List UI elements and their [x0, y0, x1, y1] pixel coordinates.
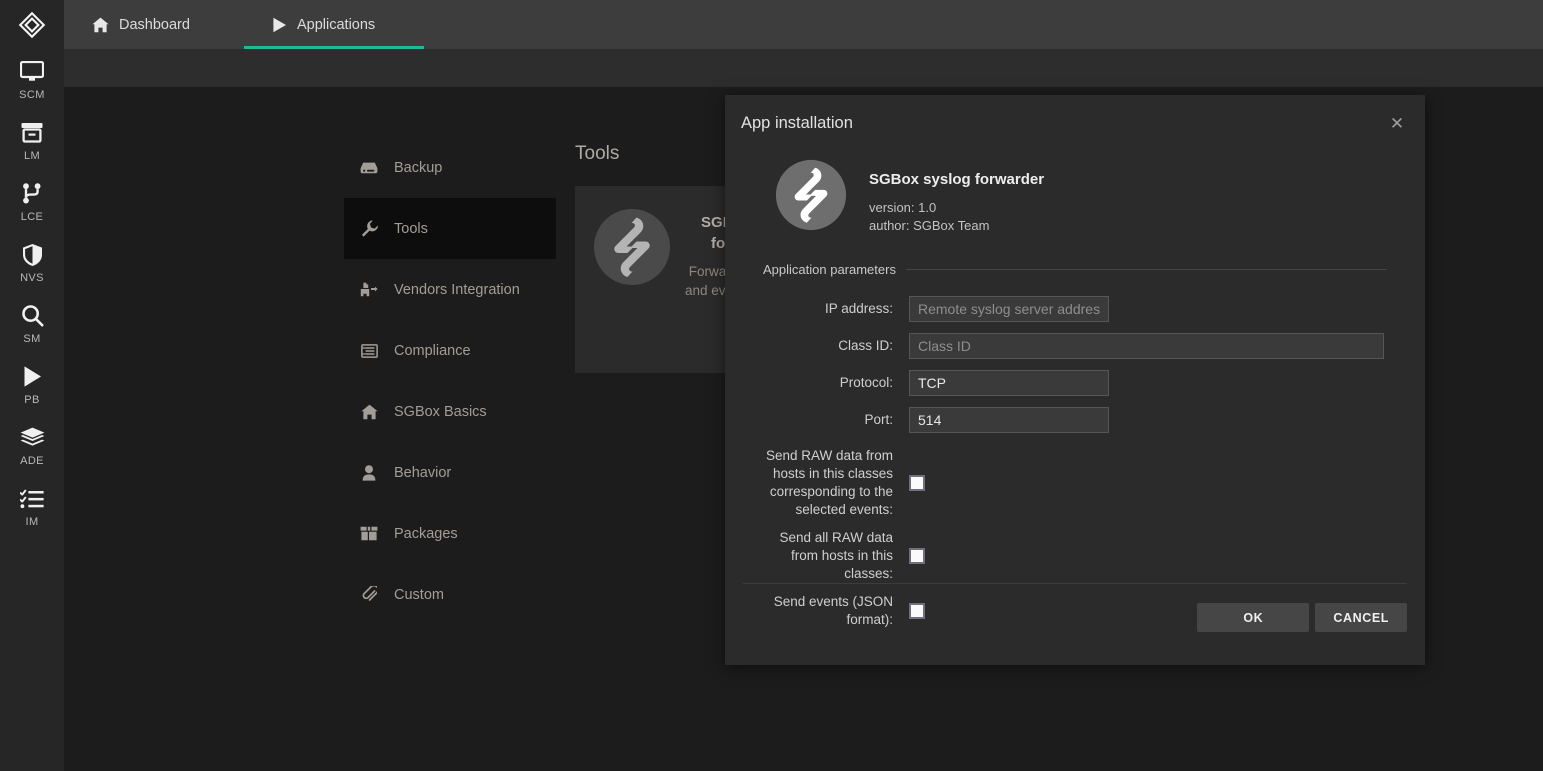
ok-button[interactable]: OK: [1197, 603, 1310, 632]
category-item-label: SGBox Basics: [394, 403, 487, 420]
rail-item-label: PB: [24, 393, 40, 406]
category-item-behavior[interactable]: Behavior: [344, 442, 556, 503]
class-id-field[interactable]: [909, 333, 1384, 359]
rail-item-label: NVS: [20, 271, 44, 284]
checklist-icon: [20, 486, 44, 512]
list-table-icon: [360, 343, 378, 358]
cancel-button[interactable]: CANCEL: [1315, 603, 1407, 632]
application-window: SCM LM LCE NVS SM PB ADE IM Dashboard Ap…: [0, 0, 1543, 771]
category-item-vendors-integration[interactable]: Vendors Integration: [344, 259, 556, 320]
legend-divider: [905, 269, 1387, 270]
parameters-legend: Application parameters: [763, 262, 1387, 277]
rail-item-ade[interactable]: ADE: [0, 415, 64, 476]
send-all-raw-label: Send all RAW data from hosts in this cla…: [779, 530, 893, 581]
home-icon: [92, 17, 109, 33]
field-row-port: Port:: [763, 407, 1387, 433]
secondary-toolbar: [64, 49, 1543, 87]
category-item-sgbox-basics[interactable]: SGBox Basics: [344, 381, 556, 442]
home-icon: [360, 404, 378, 420]
category-nav: Backup Tools Vendors Integration Complia…: [344, 137, 556, 625]
category-item-packages[interactable]: Packages: [344, 503, 556, 564]
backup-drive-icon: [360, 162, 378, 174]
sgbox-app-logo-icon: [593, 208, 671, 291]
field-row-send-raw-matching-events: Send RAW data from hosts in this classes…: [763, 447, 1387, 519]
app-identity-text: SGBox syslog forwarder version: 1.0 auth…: [869, 159, 1044, 236]
category-item-label: Tools: [394, 220, 428, 237]
archive-box-icon: [21, 120, 43, 146]
left-module-rail: SCM LM LCE NVS SM PB ADE IM: [0, 0, 64, 771]
dialog-header: App installation ✕: [725, 95, 1425, 151]
layers-icon: [20, 425, 45, 451]
tab-label: Dashboard: [119, 16, 190, 33]
category-item-compliance[interactable]: Compliance: [344, 320, 556, 381]
category-item-label: Backup: [394, 159, 443, 176]
parameters-legend-label: Application parameters: [763, 262, 896, 277]
rail-item-pb[interactable]: PB: [0, 354, 64, 415]
search-icon: [21, 303, 44, 329]
field-row-protocol: Protocol:: [763, 370, 1387, 396]
ip-address-field[interactable]: [909, 296, 1109, 322]
dialog-body: SGBox syslog forwarder version: 1.0 auth…: [725, 151, 1425, 629]
category-item-label: Packages: [394, 525, 458, 542]
rail-item-im[interactable]: IM: [0, 476, 64, 537]
wrench-icon: [360, 220, 378, 237]
rail-item-lce[interactable]: LCE: [0, 171, 64, 232]
shield-icon: [22, 242, 43, 268]
rail-item-lm[interactable]: LM: [0, 110, 64, 171]
class-id-label: Class ID:: [838, 338, 893, 353]
tab-dashboard[interactable]: Dashboard: [64, 0, 244, 49]
app-installation-dialog: App installation ✕ SGBox syslog forwarde…: [725, 95, 1425, 665]
category-item-custom[interactable]: Custom: [344, 564, 556, 625]
code-branch-icon: [21, 181, 43, 207]
port-label: Port:: [864, 412, 893, 427]
protocol-label: Protocol:: [839, 375, 893, 390]
category-item-label: Custom: [394, 586, 444, 603]
port-field[interactable]: [909, 407, 1109, 433]
rail-item-label: LCE: [20, 210, 44, 223]
application-parameters-fieldset: Application parameters IP address: Class…: [763, 262, 1387, 629]
rail-item-nvs[interactable]: NVS: [0, 232, 64, 293]
user-icon: [360, 464, 378, 481]
rail-item-sm[interactable]: SM: [0, 293, 64, 354]
app-version: version: 1.0: [869, 200, 937, 215]
tab-applications[interactable]: Applications: [244, 0, 424, 49]
play-icon: [21, 364, 43, 390]
dialog-title: App installation: [741, 113, 853, 132]
top-tab-bar: Dashboard Applications: [64, 0, 1543, 49]
rail-item-label: SCM: [19, 88, 45, 101]
send-all-raw-checkbox[interactable]: [909, 548, 925, 564]
package-box-icon: [360, 526, 378, 541]
rail-item-scm[interactable]: SCM: [0, 49, 64, 110]
app-author: author: SGBox Team: [869, 218, 990, 233]
sgbox-app-logo-icon: [775, 159, 847, 236]
paperclip-icon: [360, 586, 378, 603]
field-row-ip-address: IP address:: [763, 296, 1387, 322]
field-row-send-all-raw: Send all RAW data from hosts in this cla…: [763, 529, 1387, 583]
play-icon: [272, 17, 287, 33]
puzzle-plug-icon: [360, 282, 378, 297]
category-item-backup[interactable]: Backup: [344, 137, 556, 198]
send-raw-matching-events-checkbox[interactable]: [909, 475, 925, 491]
monitor-icon: [20, 59, 44, 85]
close-icon[interactable]: ✕: [1386, 112, 1408, 134]
rail-item-label: SM: [23, 332, 41, 345]
dialog-footer: OK CANCEL: [743, 583, 1407, 665]
sgbox-diamond-logo-icon[interactable]: [0, 0, 64, 49]
protocol-field[interactable]: [909, 370, 1109, 396]
category-item-label: Behavior: [394, 464, 452, 481]
category-item-label: Compliance: [394, 342, 471, 359]
rail-item-label: ADE: [20, 454, 44, 467]
ip-address-label: IP address:: [824, 301, 893, 316]
send-raw-matching-events-label: Send RAW data from hosts in this classes…: [765, 448, 893, 517]
tab-label: Applications: [297, 16, 376, 33]
category-item-tools[interactable]: Tools: [344, 198, 556, 259]
app-name: SGBox syslog forwarder: [869, 171, 1045, 188]
rail-item-label: IM: [25, 515, 39, 528]
category-item-label: Vendors Integration: [394, 281, 520, 298]
rail-item-label: LM: [23, 149, 41, 162]
app-identity: SGBox syslog forwarder version: 1.0 auth…: [745, 151, 1405, 236]
field-row-class-id: Class ID:: [763, 333, 1387, 359]
